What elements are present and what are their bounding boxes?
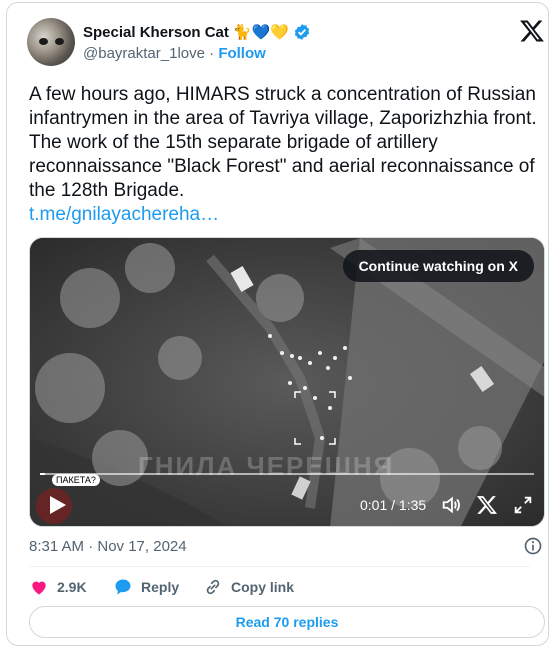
volume-icon[interactable] [440, 494, 462, 516]
like-count: 2.9K [57, 579, 87, 595]
continue-watching-button[interactable]: Continue watching on X [342, 250, 534, 282]
tweet-card: Special Kherson Cat 🐈💙💛 @bayraktar_1love… [6, 2, 549, 646]
video-progress-fill [40, 473, 45, 475]
reply-label: Reply [141, 579, 180, 595]
separator-dot: · [209, 45, 215, 62]
avatar-eye-left [39, 38, 48, 45]
video-watermark: ГНИЛА ЧЕРЕШНЯ [138, 451, 395, 481]
author-avatar[interactable] [27, 18, 75, 66]
reply-bubble-icon [115, 579, 131, 595]
author-display-name: Special Kherson Cat [83, 23, 229, 41]
link-icon [206, 579, 220, 595]
author-handle-line: @bayraktar_1love · Follow [83, 45, 266, 62]
video-time: 0:01 / 1:35 [360, 497, 427, 513]
tweet-actions: 2.9K Reply Copy link [29, 575, 294, 599]
copy-link-button[interactable]: Copy link [203, 577, 294, 597]
fullscreen-icon[interactable] [512, 494, 534, 516]
x-logo-icon[interactable] [519, 18, 545, 44]
play-icon[interactable] [42, 492, 72, 518]
author-handle[interactable]: @bayraktar_1love [83, 45, 205, 62]
video-overlay-bubble: ПАКЕТА? [52, 474, 100, 486]
verified-badge-icon [294, 24, 310, 40]
tweet-text-block: A few hours ago, HIMARS struck a concent… [29, 83, 544, 227]
like-button[interactable]: 2.9K [29, 577, 113, 597]
divider [29, 566, 530, 567]
copy-link-label: Copy link [231, 579, 295, 595]
avatar-eye-right [55, 38, 64, 45]
tweet-body: A few hours ago, HIMARS struck a concent… [29, 84, 537, 201]
reply-button[interactable]: Reply [113, 577, 203, 597]
follow-link[interactable]: Follow [218, 45, 266, 62]
heart-icon [32, 581, 46, 595]
read-replies-button[interactable]: Read 70 replies [29, 606, 545, 638]
info-icon[interactable] [523, 536, 543, 556]
author-emoji: 🐈💙💛 [232, 24, 289, 41]
video-progress-bar[interactable] [40, 473, 534, 475]
video-player[interactable]: ГНИЛА ЧЕРЕШНЯ Continue watching on X ПАК… [29, 237, 545, 527]
x-logo-video-icon[interactable] [476, 494, 498, 516]
tweet-link[interactable]: t.me/gnilayachereha… [29, 203, 544, 227]
author-name-row[interactable]: Special Kherson Cat 🐈💙💛 [83, 23, 311, 41]
tweet-timestamp[interactable]: 8:31 AM · Nov 17, 2024 [29, 538, 187, 555]
